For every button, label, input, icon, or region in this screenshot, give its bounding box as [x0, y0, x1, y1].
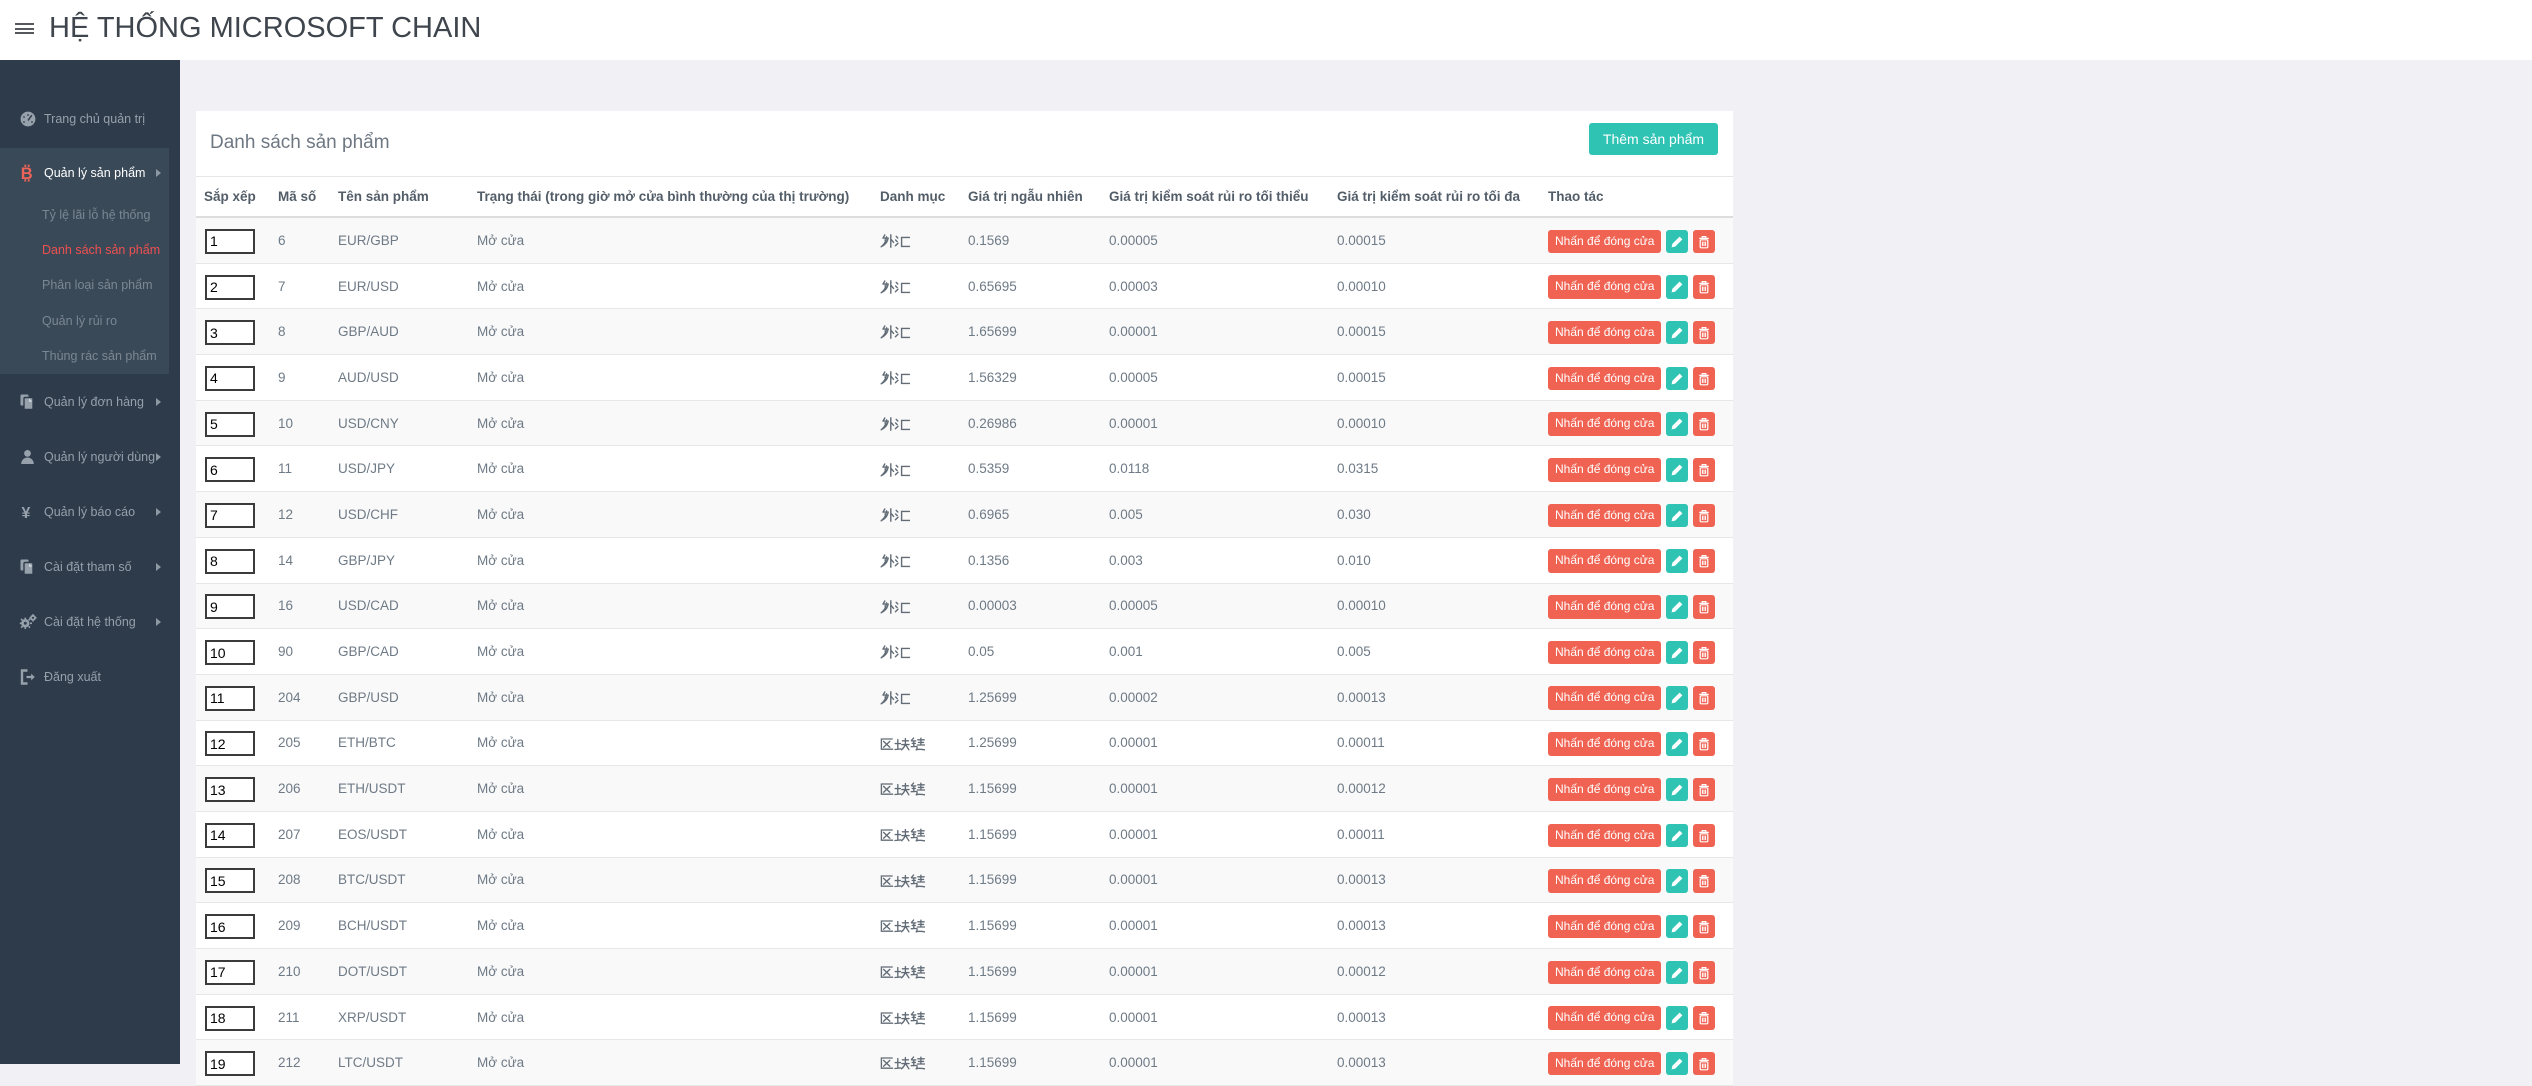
svg-text:¥: ¥ [22, 505, 31, 521]
svg-text:B: B [21, 165, 33, 182]
